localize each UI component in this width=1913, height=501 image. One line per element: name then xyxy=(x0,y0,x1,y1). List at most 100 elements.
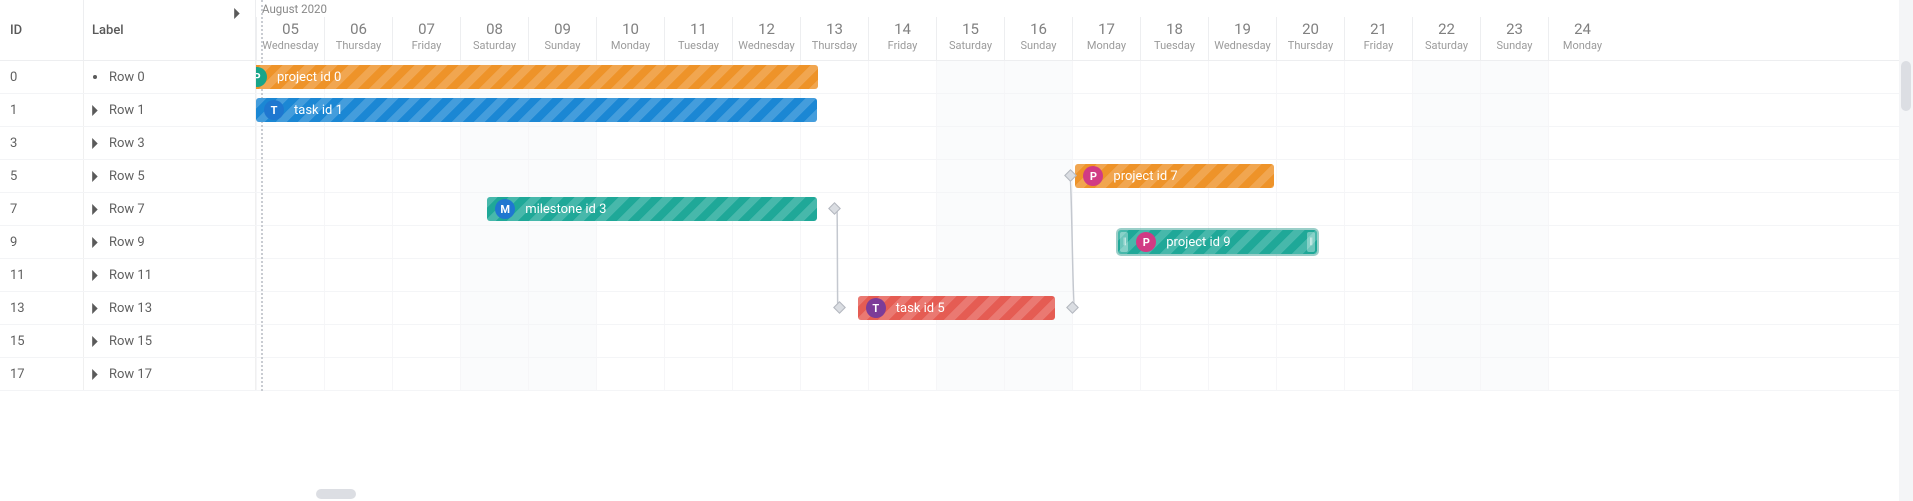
chevron-right-icon[interactable] xyxy=(90,204,101,215)
chevron-right-icon[interactable] xyxy=(90,237,101,248)
sidebar-row[interactable]: 0Row 0 xyxy=(0,61,256,94)
row-id: 3 xyxy=(0,127,84,159)
day-of-week: Sunday xyxy=(1005,39,1072,53)
sidebar-row[interactable]: 11Row 11 xyxy=(0,259,256,292)
day-header[interactable]: 15Saturday xyxy=(936,17,1004,61)
task-label: task id 5 xyxy=(896,301,945,316)
task-bar-m3[interactable]: Mmilestone id 3 xyxy=(487,197,817,221)
vertical-scroll-thumb[interactable] xyxy=(1901,61,1911,111)
row-label-cell[interactable]: Row 17 xyxy=(84,358,256,390)
day-header[interactable]: 12Wednesday xyxy=(732,17,800,61)
day-number: 10 xyxy=(597,19,664,39)
task-bar-t1[interactable]: Ttask id 1 xyxy=(256,98,817,122)
row-label-cell[interactable]: Row 15 xyxy=(84,325,256,357)
row-label-cell[interactable]: Row 11 xyxy=(84,259,256,291)
day-number: 22 xyxy=(1413,19,1480,39)
chevron-right-icon[interactable] xyxy=(90,105,101,116)
timeline-body[interactable]: Pproject id 0 Ttask id 1 Pproject id 7 Mmil… xyxy=(256,61,1913,501)
row-label: Row 13 xyxy=(109,301,152,316)
sidebar-row[interactable]: 15Row 15 xyxy=(0,325,256,358)
day-header[interactable]: 13Thursday xyxy=(800,17,868,61)
row-label: Row 7 xyxy=(109,202,145,217)
day-header[interactable]: 08Saturday xyxy=(460,17,528,61)
row-label-cell[interactable]: Row 9 xyxy=(84,226,256,258)
day-header[interactable]: 17Monday xyxy=(1072,17,1140,61)
day-header[interactable]: 18Tuesday xyxy=(1140,17,1208,61)
day-header[interactable]: 16Sunday xyxy=(1004,17,1072,61)
task-type-badge: P xyxy=(1083,166,1103,186)
chevron-right-icon[interactable] xyxy=(90,303,101,314)
day-header[interactable]: 11Tuesday xyxy=(664,17,732,61)
horizontal-scroll-thumb[interactable] xyxy=(316,489,356,499)
task-type-badge: P xyxy=(256,67,267,87)
day-of-week: Monday xyxy=(1073,39,1140,53)
day-number: 06 xyxy=(325,19,392,39)
day-of-week: Friday xyxy=(869,39,936,53)
day-of-week: Saturday xyxy=(461,39,528,53)
sidebar-row[interactable]: 9Row 9 xyxy=(0,226,256,259)
day-header[interactable]: 07Friday xyxy=(392,17,460,61)
day-of-week: Friday xyxy=(1345,39,1412,53)
resize-handle-right[interactable] xyxy=(1307,232,1315,252)
vertical-scrollbar[interactable] xyxy=(1899,0,1913,501)
row-id: 11 xyxy=(0,259,84,291)
chevron-right-icon[interactable] xyxy=(234,8,248,22)
timeline-header: August 2020 05Wednesday06Thursday07Frida… xyxy=(256,0,1913,61)
day-of-week: Wednesday xyxy=(1209,39,1276,53)
task-bar-p7[interactable]: Pproject id 7 xyxy=(1075,164,1274,188)
day-of-week: Thursday xyxy=(801,39,868,53)
sidebar-row[interactable]: 1Row 1 xyxy=(0,94,256,127)
day-header[interactable]: 06Thursday xyxy=(324,17,392,61)
day-header[interactable]: 10Monday xyxy=(596,17,664,61)
day-header[interactable]: 23Sunday xyxy=(1480,17,1548,61)
sidebar-row[interactable]: 17Row 17 xyxy=(0,358,256,391)
row-label-cell[interactable]: Row 5 xyxy=(84,160,256,192)
sidebar-row[interactable]: 13Row 13 xyxy=(0,292,256,325)
row-label-cell[interactable]: Row 3 xyxy=(84,127,256,159)
day-of-week: Thursday xyxy=(325,39,392,53)
day-number: 21 xyxy=(1345,19,1412,39)
timeline: August 2020 05Wednesday06Thursday07Frida… xyxy=(256,0,1913,501)
row-label-cell[interactable]: Row 13 xyxy=(84,292,256,324)
day-of-week: Tuesday xyxy=(1141,39,1208,53)
day-header[interactable]: 20Thursday xyxy=(1276,17,1344,61)
day-header[interactable]: 09Sunday xyxy=(528,17,596,61)
col-header-label[interactable]: Label xyxy=(84,0,256,61)
chevron-right-icon[interactable] xyxy=(90,369,101,380)
day-header[interactable]: 14Friday xyxy=(868,17,936,61)
day-header[interactable]: 24Monday xyxy=(1548,17,1616,61)
day-header[interactable]: 22Saturday xyxy=(1412,17,1480,61)
day-header[interactable]: 19Wednesday xyxy=(1208,17,1276,61)
task-bar-p9[interactable]: Pproject id 9 xyxy=(1118,230,1317,254)
row-id: 7 xyxy=(0,193,84,225)
row-label-cell[interactable]: Row 0 xyxy=(84,61,256,93)
gantt-root: ID Label 0Row 01Row 13Row 35Row 57 Row 7 9… xyxy=(0,0,1913,501)
day-of-week: Monday xyxy=(1549,39,1616,53)
day-header[interactable]: 21Friday xyxy=(1344,17,1412,61)
connector-diamond-icon[interactable] xyxy=(833,301,846,314)
row-label-cell[interactable]: Row 1 xyxy=(84,94,256,126)
sidebar-row[interactable]: 3Row 3 xyxy=(0,127,256,160)
chevron-right-icon[interactable] xyxy=(90,336,101,347)
connector-diamond-icon[interactable] xyxy=(828,202,841,215)
resize-handle-left[interactable] xyxy=(1120,232,1128,252)
day-header[interactable]: 05Wednesday xyxy=(256,17,324,61)
row-id: 5 xyxy=(0,160,84,192)
connector-diamond-icon[interactable] xyxy=(1066,301,1079,314)
sidebar-row[interactable]: 5Row 5 xyxy=(0,160,256,193)
task-bar-p0[interactable]: Pproject id 0 xyxy=(256,65,818,89)
task-bar-t5[interactable]: Ttask id 5 xyxy=(858,296,1055,320)
row-label-cell[interactable]: Row 7 xyxy=(84,193,256,225)
day-of-week: Tuesday xyxy=(665,39,732,53)
row-label: Row 15 xyxy=(109,334,152,349)
day-number: 14 xyxy=(869,19,936,39)
row-label: Row 0 xyxy=(109,70,145,85)
col-header-id[interactable]: ID xyxy=(0,0,84,61)
day-number: 15 xyxy=(937,19,1004,39)
horizontal-scrollbar[interactable] xyxy=(256,487,1897,501)
sidebar-row[interactable]: 7 Row 7 xyxy=(0,193,256,226)
bullet-icon xyxy=(93,75,97,79)
chevron-right-icon[interactable] xyxy=(90,270,101,281)
chevron-right-icon[interactable] xyxy=(90,138,101,149)
chevron-right-icon[interactable] xyxy=(90,171,101,182)
